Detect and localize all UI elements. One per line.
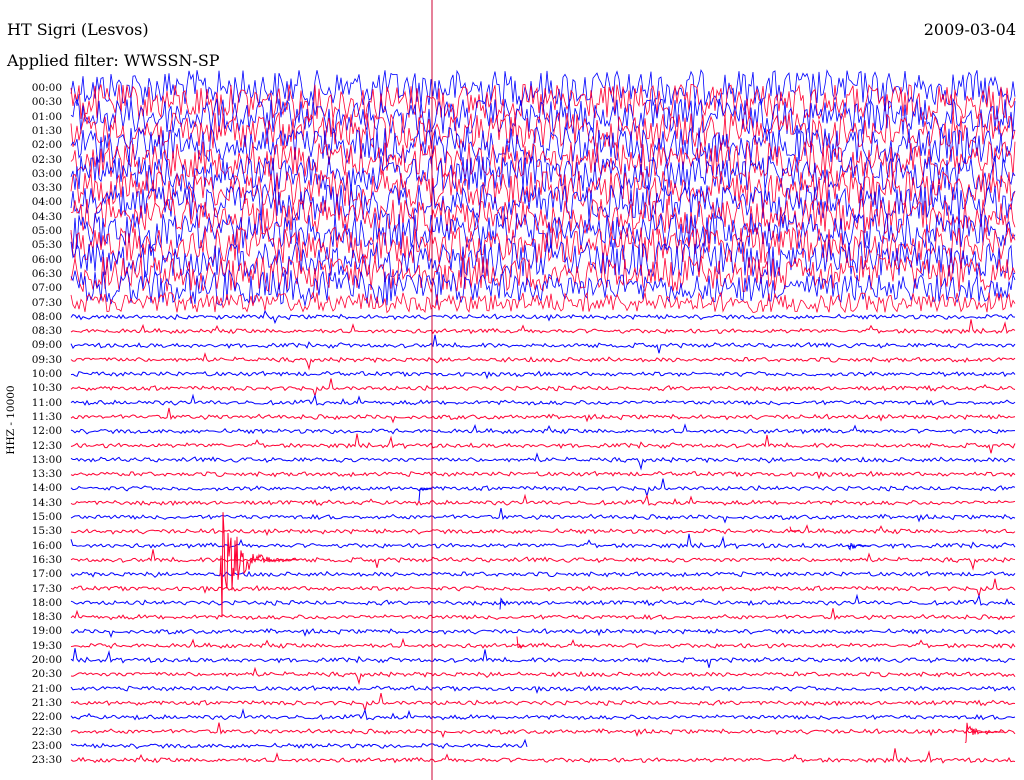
trace-line bbox=[70, 570, 1016, 578]
trace-line bbox=[70, 507, 1016, 524]
trace-line bbox=[70, 433, 1016, 454]
trace-line bbox=[70, 370, 1016, 380]
event-burst bbox=[789, 526, 799, 533]
trace-line bbox=[70, 738, 528, 750]
trace-line bbox=[70, 478, 1016, 498]
trace-line bbox=[70, 452, 1016, 471]
trace-line bbox=[70, 226, 1016, 264]
trace-line bbox=[70, 578, 1016, 598]
trace-line bbox=[70, 69, 1016, 107]
trace-line bbox=[70, 470, 1016, 480]
trace-line bbox=[70, 648, 1016, 668]
trace-line bbox=[70, 352, 1016, 371]
trace-line bbox=[70, 393, 1016, 406]
trace-line bbox=[70, 97, 1016, 135]
trace-line bbox=[70, 524, 1016, 537]
event-burst bbox=[516, 636, 525, 648]
trace-line bbox=[70, 309, 1016, 325]
trace-line bbox=[70, 692, 1016, 713]
trace-line bbox=[70, 608, 1016, 621]
trace-line bbox=[70, 423, 1015, 435]
event-burst bbox=[219, 512, 300, 618]
trace-line bbox=[70, 291, 1016, 314]
trace-line bbox=[70, 269, 1016, 306]
trace-line bbox=[70, 748, 1016, 764]
trace-line bbox=[70, 685, 1016, 694]
trace-line bbox=[70, 378, 1016, 398]
trace-line bbox=[70, 533, 1016, 550]
trace-line bbox=[70, 722, 1016, 739]
trace-line bbox=[70, 666, 1016, 686]
trace-line bbox=[70, 708, 1016, 721]
trace-line bbox=[70, 493, 1016, 507]
trace-line bbox=[70, 334, 1016, 354]
trace-line bbox=[70, 549, 1016, 571]
trace-line bbox=[70, 319, 1016, 335]
trace-line bbox=[70, 407, 1016, 424]
trace-line bbox=[70, 628, 1016, 639]
trace-line bbox=[70, 637, 1016, 650]
trace-line bbox=[70, 593, 1016, 607]
event-burst bbox=[418, 486, 433, 501]
seismogram-plot bbox=[70, 0, 1016, 780]
